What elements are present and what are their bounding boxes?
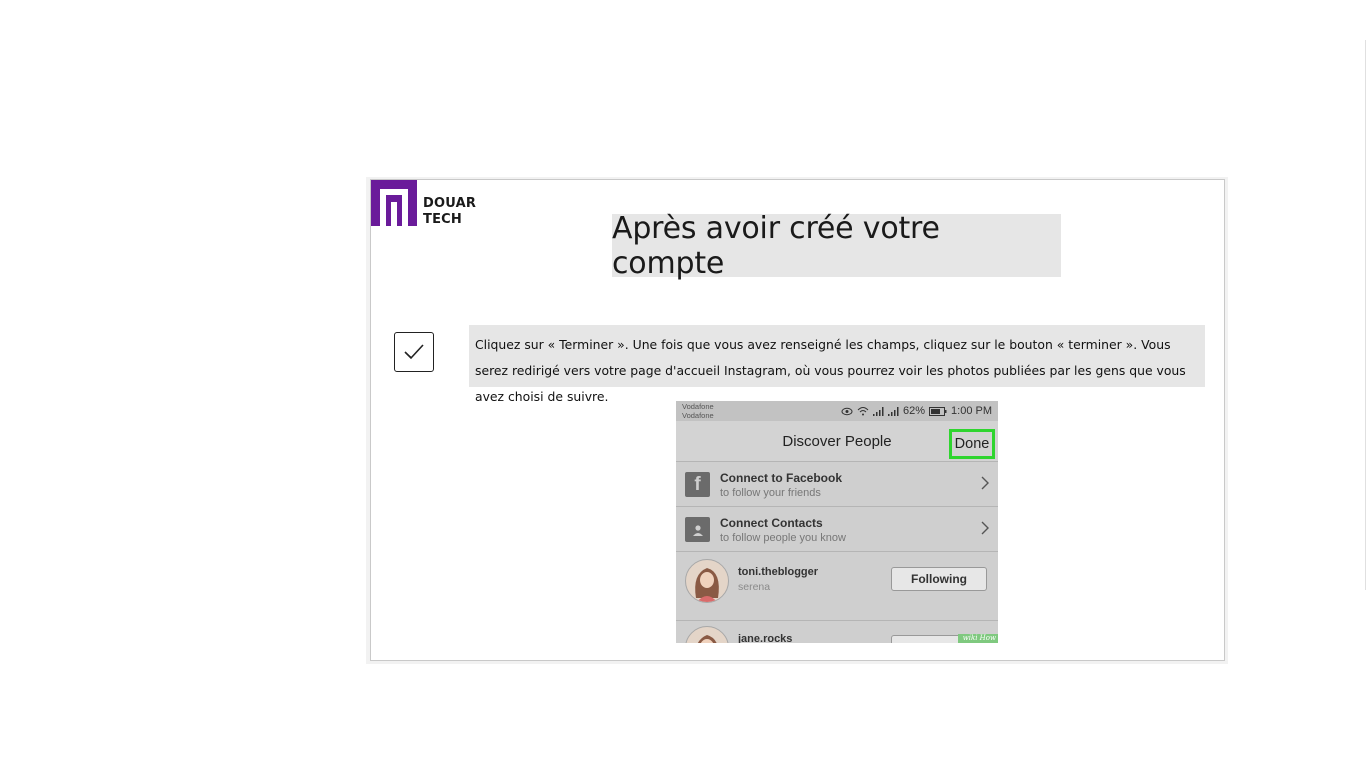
facebook-icon: f [685, 472, 710, 497]
user-row: toni.theblogger serena Following [676, 552, 998, 621]
row-subtitle: to follow your friends [720, 487, 821, 499]
contact-icon [685, 517, 710, 542]
logo-line-1: DOUAR [423, 196, 477, 211]
logo-line-2: TECH [423, 212, 462, 227]
phone-screenshot: Vodafone Vodafone 62% 1:00 PM Discover P… [676, 401, 998, 643]
signal-icon-2 [888, 406, 899, 416]
done-button[interactable]: Done [949, 429, 995, 459]
avatar-illustration-icon [697, 635, 717, 643]
wikihow-watermark: wiki How [958, 634, 998, 643]
chevron-right-icon [981, 476, 989, 490]
carrier-line-1: Vodafone [682, 402, 714, 411]
checkmark-icon [404, 344, 424, 360]
user-name: jane.rocks [738, 633, 793, 643]
avatar [685, 559, 729, 603]
status-bar: Vodafone Vodafone 62% 1:00 PM [676, 401, 998, 421]
avatar [685, 626, 729, 643]
connect-contacts-row[interactable]: Connect Contacts to follow people you kn… [676, 507, 998, 552]
user-row: jane.rocks [676, 621, 998, 643]
title-box: Après avoir créé votre compte [612, 211, 1061, 281]
carrier-line-2: Vodafone [682, 411, 714, 420]
nav-bar: Discover People Done [676, 421, 998, 462]
signal-icon [873, 406, 884, 416]
row-title: Connect to Facebook [720, 471, 843, 485]
step-description: Cliquez sur « Terminer ». Une fois que v… [469, 325, 1205, 404]
row-title: Connect Contacts [720, 516, 823, 530]
slide: DOUAR TECH Après avoir créé votre compte… [370, 179, 1225, 661]
slide-title: Après avoir créé votre compte [612, 210, 940, 281]
following-button[interactable]: Following [891, 567, 987, 591]
checkbox[interactable] [394, 332, 434, 372]
eye-icon [841, 407, 853, 415]
person-icon [692, 524, 703, 536]
battery-percent: 62% [903, 405, 926, 417]
avatar-illustration-icon [695, 568, 719, 602]
douar-tech-logo: DOUAR TECH [371, 180, 491, 228]
carrier-label: Vodafone Vodafone [682, 402, 714, 420]
status-indicators: 62% 1:00 PM [841, 405, 992, 417]
user-name: toni.theblogger [738, 566, 819, 578]
user-subtitle: serena [738, 581, 771, 593]
logo-mark-icon [371, 180, 417, 226]
logo-text: DOUAR TECH [423, 196, 476, 228]
battery-icon [929, 406, 947, 416]
connect-facebook-row[interactable]: f Connect to Facebook to follow your fri… [676, 462, 998, 507]
chevron-right-icon [981, 521, 989, 535]
status-time: 1:00 PM [951, 405, 992, 417]
wifi-icon [857, 407, 869, 416]
row-subtitle: to follow people you know [720, 532, 846, 544]
